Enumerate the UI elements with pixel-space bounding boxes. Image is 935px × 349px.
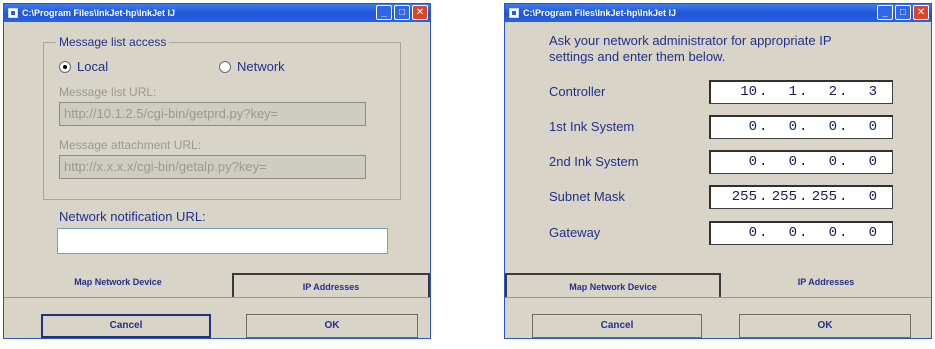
minimize-icon[interactable]: _ bbox=[877, 5, 893, 20]
app-icon bbox=[509, 8, 519, 18]
ip-address-input[interactable]: 255. 255. 255. 0 bbox=[709, 185, 893, 209]
message-attachment-url-input[interactable]: http://x.x.x.x/cgi-bin/getalp.py?key= bbox=[59, 155, 366, 179]
ip-address-input[interactable]: 0.0.0.0 bbox=[709, 221, 893, 245]
tab-map-network-device[interactable]: Map Network Device bbox=[4, 269, 232, 299]
message-list-url-input[interactable]: http://10.1.2.5/cgi-bin/getprd.py?key= bbox=[59, 102, 366, 126]
app-icon bbox=[8, 8, 18, 18]
radio-network[interactable] bbox=[219, 61, 231, 73]
ip-row-label: 1st Ink System bbox=[549, 119, 635, 134]
message-list-url-label: Message list URL: bbox=[59, 85, 157, 99]
minimize-icon[interactable]: _ bbox=[376, 5, 392, 20]
ok-button[interactable]: OK bbox=[246, 314, 418, 338]
network-notification-url-label: Network notification URL: bbox=[59, 209, 206, 224]
ip-octet[interactable]: 0 bbox=[847, 119, 877, 135]
right-dialog-window: C:\Program Files\InkJet-hp\InkJet IJ _ □… bbox=[504, 3, 932, 339]
cancel-button[interactable]: Cancel bbox=[532, 314, 702, 338]
maximize-icon[interactable]: □ bbox=[895, 5, 911, 20]
ip-octet[interactable]: 0 bbox=[847, 225, 877, 241]
ip-row-label: 2nd Ink System bbox=[549, 154, 639, 169]
ip-octet[interactable]: 0 bbox=[847, 189, 877, 205]
ip-octet[interactable]: 0 bbox=[807, 225, 837, 241]
network-notification-url-input[interactable] bbox=[57, 228, 388, 254]
maximize-icon[interactable]: □ bbox=[394, 5, 410, 20]
ip-octet[interactable]: 0 bbox=[767, 154, 797, 170]
ip-octet[interactable]: 3 bbox=[847, 84, 877, 100]
instructions-line-2: settings and enter them below. bbox=[549, 49, 726, 64]
tab-ip-addresses[interactable]: IP Addresses bbox=[721, 269, 931, 299]
close-icon[interactable]: ✕ bbox=[913, 5, 929, 20]
ip-octet[interactable]: 0 bbox=[807, 119, 837, 135]
group-legend: Message list access bbox=[56, 35, 170, 49]
ok-button[interactable]: OK bbox=[739, 314, 911, 338]
radio-local-label[interactable]: Local bbox=[77, 59, 108, 74]
ip-octet[interactable]: 0 bbox=[847, 154, 877, 170]
ip-address-input[interactable]: 0.0.0.0 bbox=[709, 115, 893, 139]
ip-octet[interactable]: 0 bbox=[767, 119, 797, 135]
left-titlebar[interactable]: C:\Program Files\InkJet-hp\InkJet IJ _ □… bbox=[4, 4, 430, 22]
right-titlebar[interactable]: C:\Program Files\InkJet-hp\InkJet IJ _ □… bbox=[505, 4, 931, 22]
ip-octet[interactable]: 0 bbox=[767, 225, 797, 241]
ip-octet[interactable]: 255 bbox=[807, 189, 837, 205]
close-icon[interactable]: ✕ bbox=[412, 5, 428, 20]
ip-octet[interactable]: 0 bbox=[807, 154, 837, 170]
left-dialog-window: C:\Program Files\InkJet-hp\InkJet IJ _ □… bbox=[3, 3, 431, 339]
ip-octet[interactable]: 255 bbox=[727, 189, 757, 205]
window-title: C:\Program Files\InkJet-hp\InkJet IJ bbox=[523, 8, 677, 18]
ip-octet[interactable]: 0 bbox=[727, 225, 757, 241]
ip-address-input[interactable]: 10. 1. 2. 3 bbox=[709, 80, 893, 104]
ip-octet[interactable]: 2 bbox=[807, 84, 837, 100]
radio-local[interactable] bbox=[59, 61, 71, 73]
ip-octet[interactable]: 0 bbox=[727, 154, 757, 170]
ip-address-input[interactable]: 0.0.0.0 bbox=[709, 150, 893, 174]
radio-network-label[interactable]: Network bbox=[237, 59, 285, 74]
ip-row-label: Gateway bbox=[549, 225, 601, 240]
cancel-button[interactable]: Cancel bbox=[41, 314, 211, 338]
window-title: C:\Program Files\InkJet-hp\InkJet IJ bbox=[22, 8, 176, 18]
ip-octet[interactable]: 0 bbox=[727, 119, 757, 135]
ip-octet[interactable]: 255 bbox=[767, 189, 797, 205]
message-attachment-url-label: Message attachment URL: bbox=[59, 138, 202, 152]
ip-row-label: Subnet Mask bbox=[549, 189, 625, 204]
ip-octet[interactable]: 10 bbox=[727, 84, 757, 100]
ip-octet[interactable]: 1 bbox=[767, 84, 797, 100]
instructions-line-1: Ask your network administrator for appro… bbox=[549, 33, 832, 48]
ip-row-label: Controller bbox=[549, 84, 606, 99]
